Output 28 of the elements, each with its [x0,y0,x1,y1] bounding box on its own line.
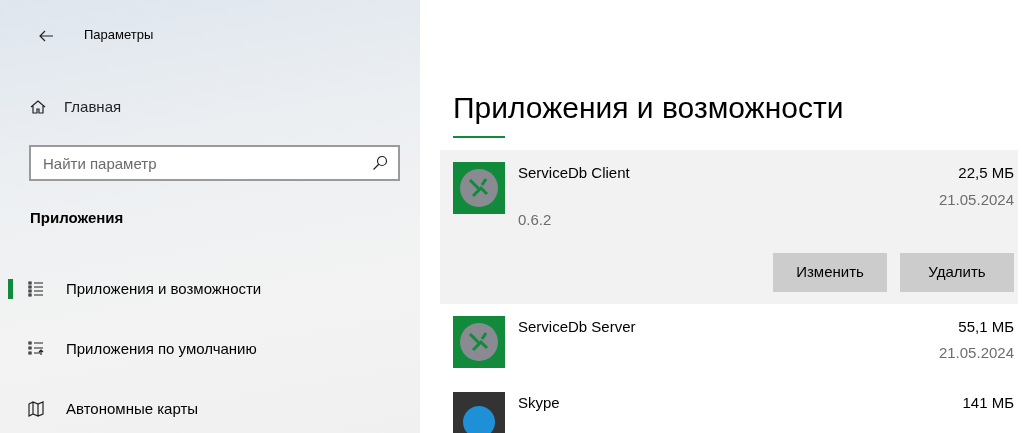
app-version: 0.6.2 [518,209,553,230]
app-action-button[interactable]: Изменить [773,253,887,292]
home-link[interactable]: Главная [64,95,122,119]
list-arrow-icon [28,341,44,357]
app-size: 141 МБ [962,392,1014,413]
app-name: Skype [518,392,561,413]
app-icon [453,391,505,433]
app-name: ServiceDb Server [518,316,637,337]
app-row[interactable]: ServiceDb Server 55,1 МБ 21.05.2024 [440,303,1018,380]
sidebar-item[interactable]: Автономные карты [8,379,400,433]
app-row[interactable]: Skype 141 МБ [440,379,1018,433]
search-icon [372,155,388,171]
sidebar-item[interactable]: Приложения и возможности [8,259,400,319]
section-title: Приложения [29,208,125,228]
app-date: 21.05.2024 [938,343,1014,363]
list-icon [28,281,44,297]
app-size: 22,5 МБ [957,163,1014,183]
window-title: Параметры [84,26,154,45]
app-date: 21.05.2024 [938,189,1014,210]
home-icon [30,99,46,115]
app-row[interactable]: ServiceDb Client 0.6.2 22,5 МБ 21.05.2024 Изменить Удалить [440,150,1018,304]
app-name: ServiceDb Client [518,163,631,183]
page-heading: Приложения и возможности [453,90,845,126]
search-field[interactable]: Найти параметр [29,145,400,181]
app-size: 55,1 МБ [957,316,1014,337]
sidebar-item[interactable]: Приложения по умолчанию [8,319,400,379]
app-action-button[interactable]: Удалить [900,253,1014,292]
map-icon [28,401,44,417]
